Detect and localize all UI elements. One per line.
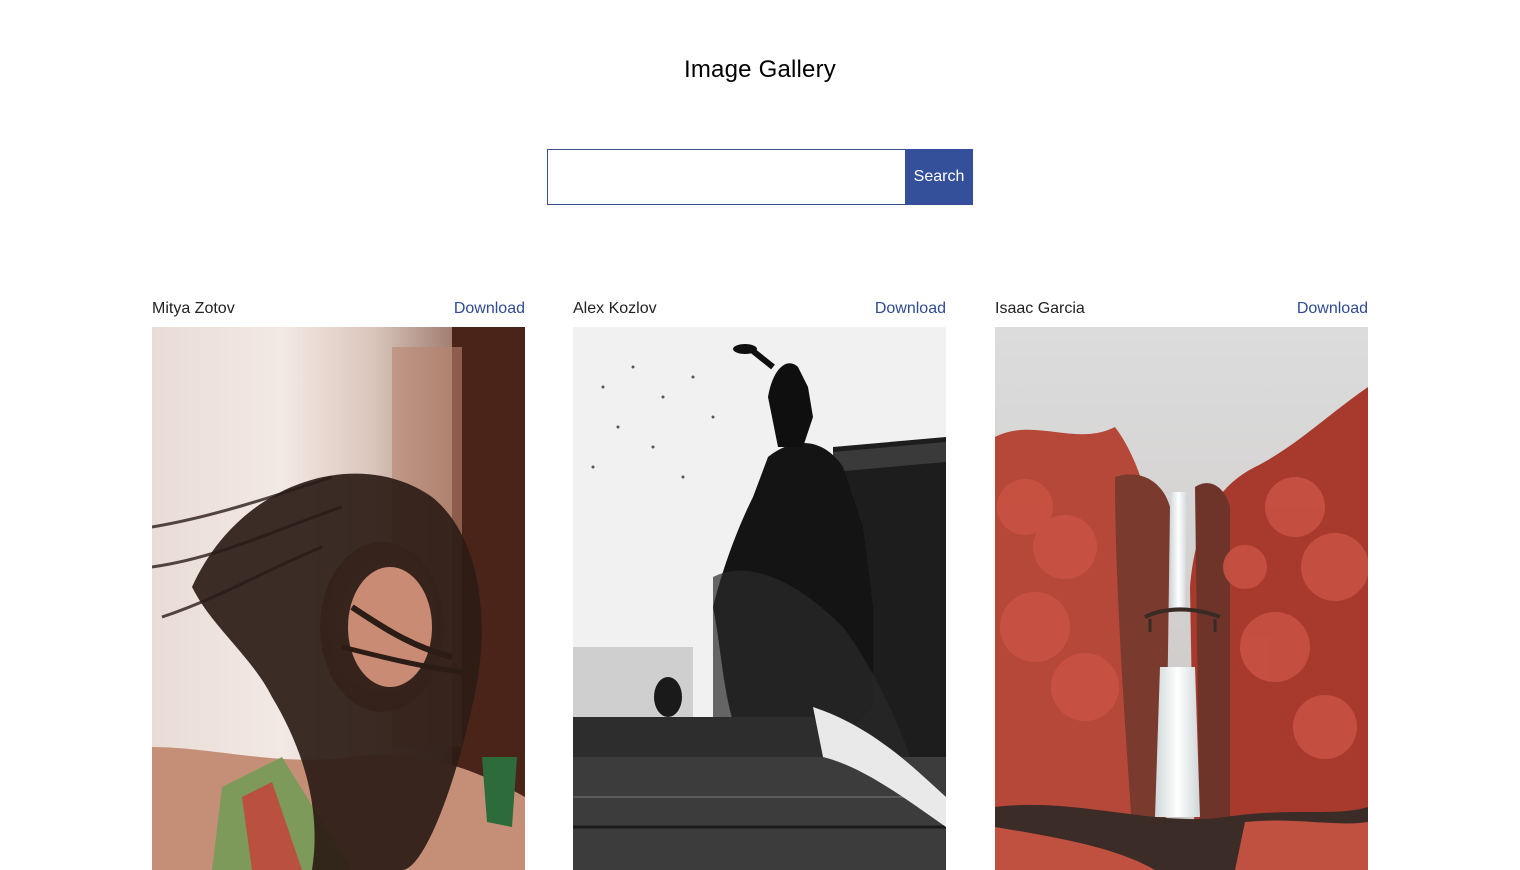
- search-button[interactable]: Search: [905, 149, 973, 205]
- card-header: Mitya Zotov Download: [152, 300, 525, 327]
- image-card: Mitya Zotov Download: [152, 300, 525, 870]
- search-form: Search: [547, 149, 973, 205]
- author-name: Mitya Zotov: [152, 300, 235, 317]
- image-card: Alex Kozlov Download: [573, 300, 946, 870]
- image-card: Isaac Garcia Download: [995, 300, 1368, 870]
- fountain-statue-bw-photo: [573, 327, 946, 870]
- card-header: Alex Kozlov Download: [573, 300, 946, 327]
- woman-windblown-hair-photo: [152, 327, 525, 870]
- page-title: Image Gallery: [684, 56, 836, 83]
- author-name: Alex Kozlov: [573, 300, 657, 317]
- download-link[interactable]: Download: [454, 300, 525, 318]
- author-name: Isaac Garcia: [995, 300, 1085, 317]
- card-header: Isaac Garcia Download: [995, 300, 1368, 327]
- search-input[interactable]: [547, 149, 905, 205]
- image-grid: Mitya Zotov Download Alex Kozlov Downloa…: [152, 300, 1368, 870]
- download-link[interactable]: Download: [1297, 300, 1368, 318]
- page: Image Gallery Search Mitya Zotov Downloa…: [0, 0, 1520, 870]
- download-link[interactable]: Download: [875, 300, 946, 318]
- red-forest-waterfall-photo: [995, 327, 1368, 870]
